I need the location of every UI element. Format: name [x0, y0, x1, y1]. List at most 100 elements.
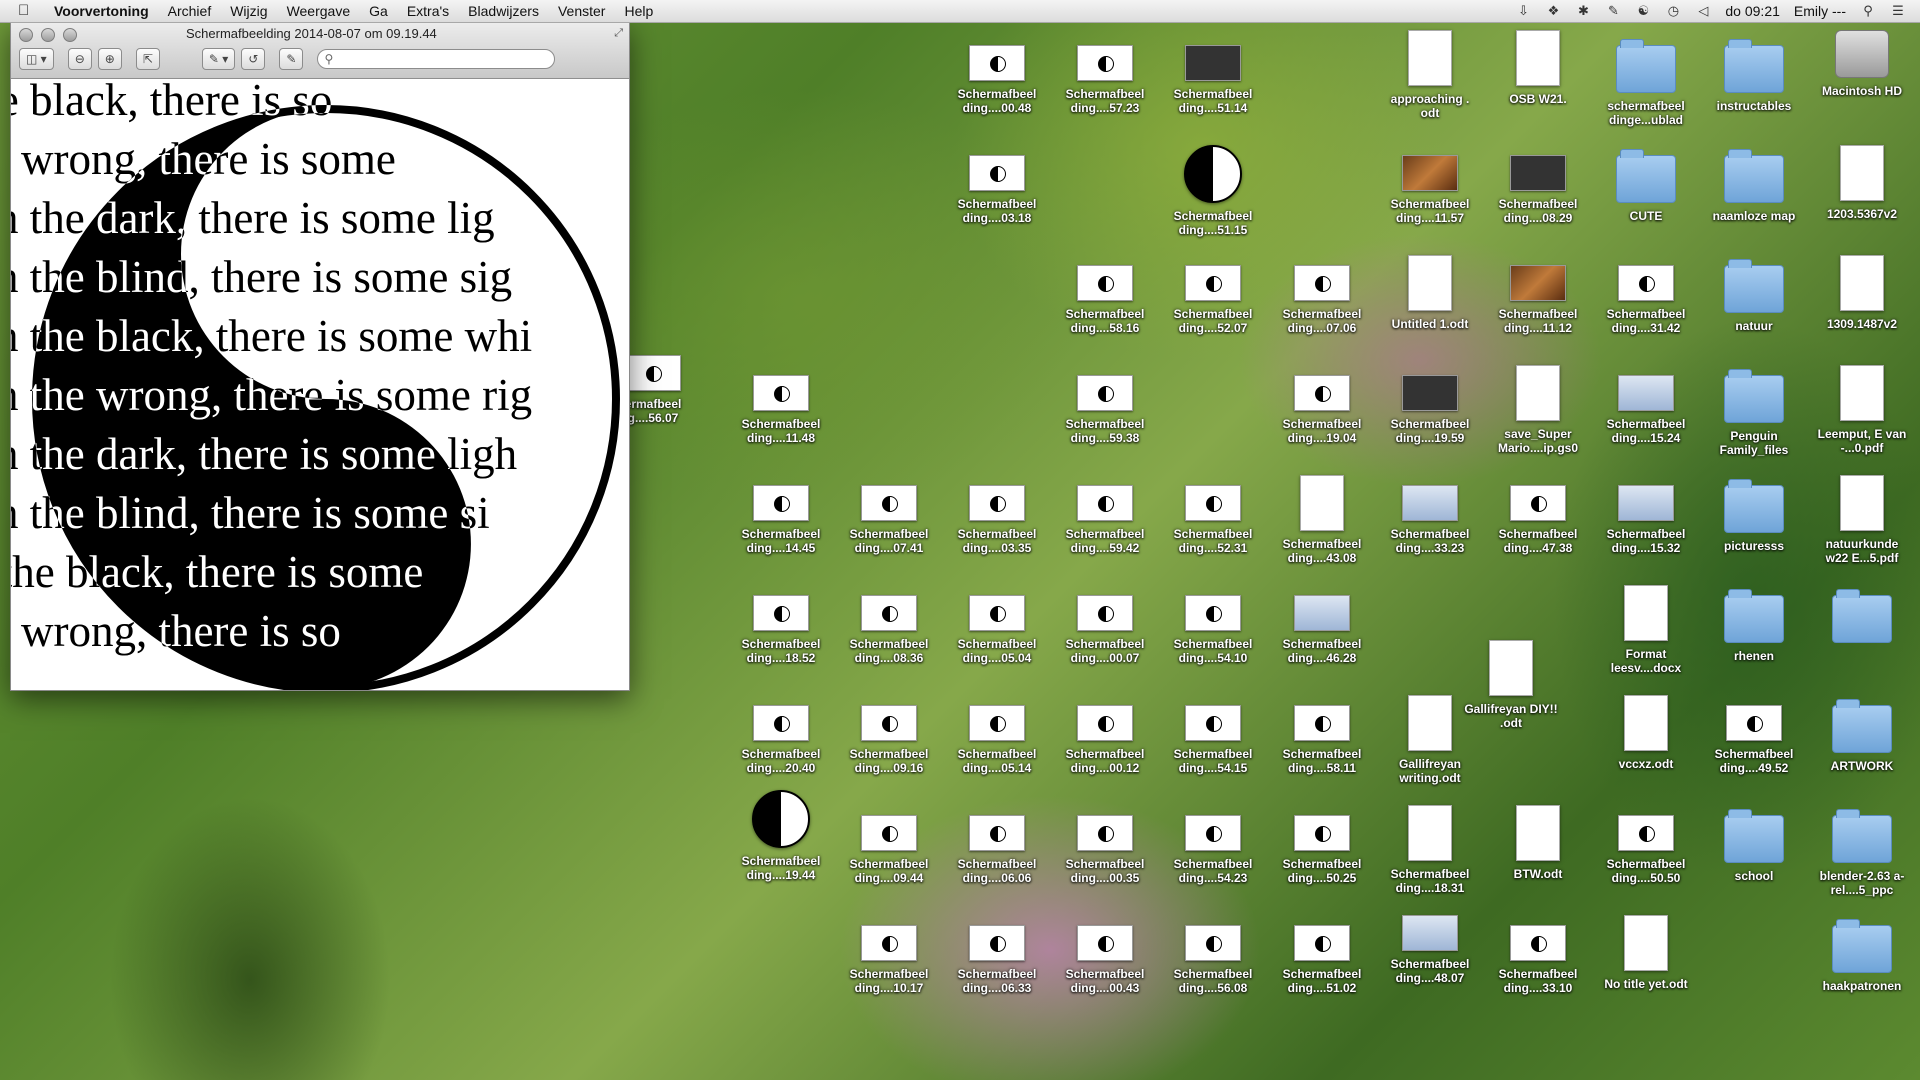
desktop-icon[interactable]: Schermafbeel ding....47.38: [1489, 485, 1587, 555]
desktop-icon[interactable]: haakpatronen: [1813, 919, 1911, 993]
desktop-icon[interactable]: Schermafbeel ding....11.48: [732, 375, 830, 445]
desktop-icon[interactable]: [1813, 589, 1911, 649]
desktop-icon[interactable]: Schermafbeel ding....56.08: [1164, 925, 1262, 995]
menu-app-name[interactable]: Voorvertoning: [54, 3, 149, 19]
menu-extras[interactable]: Extra's: [407, 3, 449, 19]
notification-center-icon[interactable]: ☰: [1890, 3, 1906, 19]
spotlight-search-icon[interactable]: ⚲: [1860, 3, 1876, 19]
desktop-icon[interactable]: Schermafbeel ding....58.16: [1056, 265, 1154, 335]
fullscreen-icon[interactable]: ⤢: [614, 27, 623, 40]
desktop-icon[interactable]: picturesss: [1705, 479, 1803, 553]
desktop-icon[interactable]: Schermafbeel ding....20.40: [732, 705, 830, 775]
search-input[interactable]: ⚲: [317, 49, 556, 69]
desktop-icon[interactable]: Schermafbeel ding....48.07: [1381, 915, 1479, 985]
clock[interactable]: do 09:21: [1725, 3, 1780, 19]
desktop-icon[interactable]: Schermafbeel ding....00.35: [1056, 815, 1154, 885]
desktop-icon[interactable]: Schermafbeel ding....51.02: [1273, 925, 1371, 995]
desktop-icon[interactable]: Leemput, E van -...0.pdf: [1813, 365, 1911, 455]
menu-wijzig[interactable]: Wijzig: [230, 3, 267, 19]
pen-icon[interactable]: ✎: [1605, 3, 1621, 19]
desktop-icon[interactable]: Schermafbeel ding....54.15: [1164, 705, 1262, 775]
desktop-icon[interactable]: Schermafbeel ding....59.38: [1056, 375, 1154, 445]
desktop-icon[interactable]: Untitled 1.odt: [1381, 255, 1479, 331]
desktop-icon[interactable]: approaching . odt: [1381, 30, 1479, 120]
desktop-icon[interactable]: school: [1705, 809, 1803, 883]
desktop-icon[interactable]: Macintosh HD: [1813, 30, 1911, 98]
menu-help[interactable]: Help: [624, 3, 653, 19]
desktop-icon[interactable]: Schermafbeel ding....03.35: [948, 485, 1046, 555]
desktop-icon[interactable]: save_Super Mario....ip.gs0: [1489, 365, 1587, 455]
document-view[interactable]: In the black, there is so In the wrong, …: [11, 79, 629, 690]
desktop-icon[interactable]: Schermafbeel ding....00.48: [948, 45, 1046, 115]
desktop-icon[interactable]: Schermafbeel ding....19.44: [732, 790, 830, 882]
desktop-icon[interactable]: Schermafbeel ding....05.14: [948, 705, 1046, 775]
desktop-icon[interactable]: Schermafbeel ding....31.42: [1597, 265, 1695, 335]
desktop-icon[interactable]: Schermafbeel ding....07.06: [1273, 265, 1371, 335]
desktop-icon[interactable]: CUTE: [1597, 149, 1695, 223]
desktop-icon[interactable]: No title yet.odt: [1597, 915, 1695, 991]
desktop-icon[interactable]: Schermafbeel ding....00.12: [1056, 705, 1154, 775]
wifi-icon[interactable]: ☯: [1635, 3, 1651, 19]
minimize-button[interactable]: [41, 28, 55, 42]
desktop-icon[interactable]: natuurkunde w22 E...5.pdf: [1813, 475, 1911, 565]
bluetooth-icon[interactable]: ✱: [1575, 3, 1591, 19]
desktop-icon[interactable]: instructables: [1705, 39, 1803, 113]
desktop-icon[interactable]: Schermafbeel ding....05.04: [948, 595, 1046, 665]
share-button[interactable]: ⇱: [135, 48, 160, 70]
desktop-icon[interactable]: Schermafbeel ding....58.11: [1273, 705, 1371, 775]
desktop-icon[interactable]: blender-2.63 a-rel....5_ppc: [1813, 809, 1911, 897]
desktop-icon[interactable]: Schermafbeel ding....19.59: [1381, 375, 1479, 445]
apple-menu-icon[interactable]: : [18, 3, 38, 19]
desktop-icon[interactable]: Schermafbeel ding....09.44: [840, 815, 938, 885]
desktop-icon[interactable]: Schermafbeel ding....15.24: [1597, 375, 1695, 445]
close-button[interactable]: [19, 28, 33, 42]
zoom-out-button[interactable]: ⊖: [67, 48, 92, 70]
desktop-icon[interactable]: Schermafbeel ding....51.15: [1164, 145, 1262, 237]
desktop-icon[interactable]: Schermafbeel ding....00.07: [1056, 595, 1154, 665]
desktop-icon[interactable]: Schermafbeel ding....54.10: [1164, 595, 1262, 665]
desktop-icon[interactable]: Schermafbeel ding....03.18: [948, 155, 1046, 225]
desktop-icon[interactable]: Schermafbeel ding....52.31: [1164, 485, 1262, 555]
download-icon[interactable]: ⇩: [1515, 3, 1531, 19]
rotate-button[interactable]: ↺: [241, 48, 266, 70]
desktop-icon[interactable]: Schermafbeel ding....10.17: [840, 925, 938, 995]
desktop-icon[interactable]: rhenen: [1705, 589, 1803, 663]
desktop-icon[interactable]: Schermafbeel ding....57.23: [1056, 45, 1154, 115]
zoom-button[interactable]: [63, 28, 77, 42]
desktop-icon[interactable]: 1203.5367v2: [1813, 145, 1911, 221]
desktop-icon[interactable]: Schermafbeel ding....18.31: [1381, 805, 1479, 895]
desktop-icon[interactable]: naamloze map: [1705, 149, 1803, 223]
desktop-icon[interactable]: Schermafbeel ding....49.52: [1705, 705, 1803, 775]
desktop-icon[interactable]: schermafbeel dinge...ublad: [1597, 39, 1695, 127]
window-titlebar[interactable]: Schermafbeelding 2014-08-07 om 09.19.44 …: [11, 23, 629, 79]
desktop-icon[interactable]: 1309.1487v2: [1813, 255, 1911, 331]
desktop-icon[interactable]: Schermafbeel ding....11.12: [1489, 265, 1587, 335]
zoom-in-button[interactable]: ⊕: [97, 48, 122, 70]
desktop-icon[interactable]: Schermafbeel ding....43.08: [1273, 475, 1371, 565]
desktop-icon[interactable]: Penguin Family_files: [1705, 369, 1803, 457]
menu-ga[interactable]: Ga: [369, 3, 388, 19]
desktop-icon[interactable]: Schermafbeel ding....50.50: [1597, 815, 1695, 885]
desktop-icon[interactable]: vccxz.odt: [1597, 695, 1695, 771]
desktop-icon[interactable]: BTW.odt: [1489, 805, 1587, 881]
desktop-icon[interactable]: Schermafbeel ding....59.42: [1056, 485, 1154, 555]
desktop-icon[interactable]: Schermafbeel ding....52.07: [1164, 265, 1262, 335]
volume-icon[interactable]: ◁: [1695, 3, 1711, 19]
sidebar-toggle-button[interactable]: ◫ ▾: [19, 48, 54, 70]
edit-toolbar-button[interactable]: ✎: [279, 48, 304, 70]
desktop-icon[interactable]: Schermafbeel ding....06.06: [948, 815, 1046, 885]
desktop-icon[interactable]: OSB W21.: [1489, 30, 1587, 106]
time-machine-icon[interactable]: ◷: [1665, 3, 1681, 19]
desktop-icon[interactable]: Format leesv....docx: [1597, 585, 1695, 675]
desktop-icon[interactable]: Schermafbeel ding....33.10: [1489, 925, 1587, 995]
menu-weergave[interactable]: Weergave: [287, 3, 351, 19]
menu-venster[interactable]: Venster: [558, 3, 605, 19]
desktop-icon[interactable]: Schermafbeel ding....09.16: [840, 705, 938, 775]
desktop-icon[interactable]: Schermafbeel ding....14.45: [732, 485, 830, 555]
user-menu[interactable]: Emily ---: [1794, 3, 1846, 19]
desktop-icon[interactable]: Schermafbeel ding....51.14: [1164, 45, 1262, 115]
desktop-icon[interactable]: Schermafbeel ding....18.52: [732, 595, 830, 665]
desktop-icon[interactable]: Schermafbeel ding....00.43: [1056, 925, 1154, 995]
desktop-icon[interactable]: Schermafbeel ding....08.36: [840, 595, 938, 665]
desktop-icon[interactable]: Schermafbeel ding....19.04: [1273, 375, 1371, 445]
